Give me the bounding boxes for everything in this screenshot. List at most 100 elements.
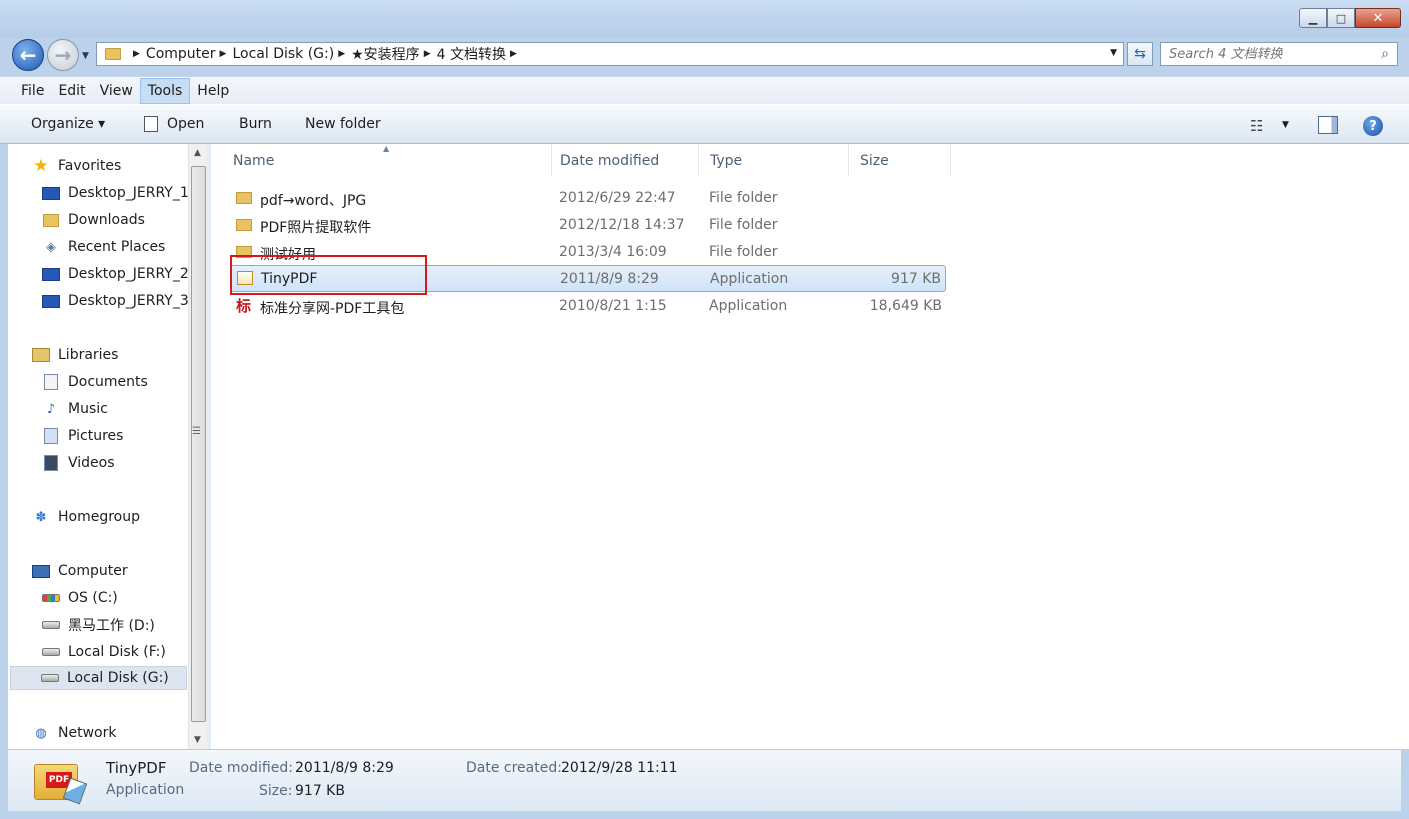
nav-drive-g[interactable]: Local Disk (G:): [10, 666, 187, 690]
breadcrumb-computer[interactable]: Computer: [146, 46, 216, 62]
search-input[interactable]: [1169, 46, 1369, 62]
nav-label: Music: [68, 401, 108, 417]
network-icon: ◍: [35, 725, 47, 741]
nav-libraries[interactable]: Libraries: [32, 343, 212, 367]
folder-icon: [236, 219, 252, 231]
menu-tools[interactable]: Tools: [139, 77, 191, 104]
file-row[interactable]: 标 标准分享网-PDF工具包 2010/8/21 1:15 Applicatio…: [230, 293, 946, 320]
nav-label: 黑马工作 (D:): [68, 618, 155, 634]
file-row[interactable]: pdf→word、JPG 2012/6/29 22:47 File folder: [230, 185, 946, 212]
close-button[interactable]: ✕: [1355, 8, 1401, 28]
file-date-modified: 2010/8/21 1:15: [559, 298, 667, 314]
breadcrumb-install-programs[interactable]: ★安装程序: [351, 44, 420, 64]
menu-view[interactable]: View: [93, 79, 140, 103]
libraries-icon: [32, 347, 50, 363]
drive-icon: [41, 670, 59, 686]
nav-label: Desktop_JERRY_1: [68, 185, 189, 201]
preview-pane-icon[interactable]: [1318, 116, 1338, 134]
file-type: File folder: [709, 244, 778, 260]
system-drive-icon: [42, 590, 60, 606]
pictures-icon: [42, 428, 60, 444]
column-header-type[interactable]: Type: [699, 144, 849, 176]
folder-icon: [105, 48, 121, 60]
nav-label: OS (C:): [68, 590, 118, 606]
menu-help[interactable]: Help: [190, 79, 236, 103]
nav-label: Local Disk (F:): [68, 644, 166, 660]
computer-icon: [32, 563, 50, 579]
command-bar: Organize ▾ Open Burn New folder ☷ ▼ ?: [0, 104, 1409, 144]
menu-file[interactable]: File: [14, 79, 51, 103]
homegroup-icon: ✽: [35, 509, 47, 525]
details-file-type: Application: [106, 782, 185, 798]
music-icon: ♪: [46, 401, 56, 417]
file-name: pdf→word、JPG: [260, 193, 367, 209]
change-view-icon[interactable]: ☷: [1250, 117, 1263, 135]
details-pane: PDF TinyPDF Application Date modified: 2…: [8, 749, 1401, 811]
nav-label: Favorites: [58, 158, 122, 174]
chevron-right-icon[interactable]: ▶: [220, 49, 227, 59]
help-icon[interactable]: ?: [1363, 116, 1383, 136]
open-button[interactable]: Open: [167, 116, 204, 132]
chevron-right-icon[interactable]: ▶: [510, 49, 517, 59]
videos-icon: [42, 455, 60, 471]
nav-label: Libraries: [58, 347, 119, 363]
scroll-up-arrow-icon[interactable]: ▲: [194, 148, 201, 158]
chevron-right-icon[interactable]: ▶: [338, 49, 345, 59]
nav-homegroup[interactable]: ✽ Homegroup: [32, 505, 212, 529]
file-list: Name ▲ Date modified Type Size pdf→word、…: [211, 144, 1409, 749]
details-date-created-label: Date created:: [466, 760, 562, 776]
recent-pages-dropdown[interactable]: ▼: [82, 51, 89, 61]
downloads-folder-icon: [42, 212, 60, 228]
file-date-modified: 2013/3/4 16:09: [559, 244, 667, 260]
scroll-down-arrow-icon[interactable]: ▼: [194, 735, 201, 745]
nav-label: Downloads: [68, 212, 145, 228]
nav-label: Recent Places: [68, 239, 166, 255]
maximize-button[interactable]: □: [1327, 8, 1355, 28]
minimize-button[interactable]: ▁: [1299, 8, 1327, 28]
column-header-size[interactable]: Size: [849, 144, 951, 176]
drive-icon: [42, 644, 60, 660]
scroll-grip-icon: ☰: [192, 426, 201, 437]
file-name: PDF照片提取软件: [260, 220, 372, 236]
file-name: 标准分享网-PDF工具包: [260, 301, 405, 317]
new-folder-button[interactable]: New folder: [305, 116, 381, 132]
breadcrumb-local-disk-g[interactable]: Local Disk (G:): [232, 46, 334, 62]
desktop-icon: [42, 185, 60, 201]
burn-button[interactable]: Burn: [239, 116, 272, 132]
column-header-date-modified[interactable]: Date modified: [549, 144, 699, 176]
search-icon[interactable]: ⌕: [1381, 46, 1389, 62]
details-date-created-value: 2012/9/28 11:11: [561, 760, 678, 776]
window-controls: ▁ □ ✕: [1299, 8, 1401, 28]
file-type: File folder: [709, 190, 778, 206]
refresh-button[interactable]: ⇆: [1127, 42, 1153, 66]
view-options-dropdown[interactable]: ▼: [1282, 120, 1289, 130]
chevron-right-icon[interactable]: ▶: [424, 49, 431, 59]
address-history-dropdown[interactable]: ▼: [1110, 48, 1117, 58]
breadcrumb-document-conversion[interactable]: 4 文档转换: [437, 44, 506, 64]
back-button[interactable]: ←: [12, 39, 44, 71]
star-icon: ★: [33, 156, 49, 176]
nav-label: Local Disk (G:): [67, 670, 169, 686]
nav-label: Documents: [68, 374, 148, 390]
chevron-right-icon[interactable]: ▶: [133, 49, 140, 59]
forward-button[interactable]: →: [47, 39, 79, 71]
menu-edit[interactable]: Edit: [51, 79, 92, 103]
scroll-thumb[interactable]: [191, 166, 206, 722]
nav-label: Network: [58, 725, 117, 741]
navigation-pane: ★ Favorites Desktop_JERRY_1 Downloads ◈ …: [8, 144, 189, 749]
documents-icon: [42, 374, 60, 390]
nav-label: Desktop_JERRY_2: [68, 266, 189, 282]
search-box[interactable]: ⌕: [1160, 42, 1398, 66]
navigation-bar: ← → ▼ ▶ Computer ▶ Local Disk (G:) ▶ ★安装…: [0, 38, 1409, 72]
navigation-scrollbar[interactable]: ▲ ☰ ▼: [188, 144, 207, 749]
annotation-highlight-box: [230, 255, 427, 295]
file-type: Application: [709, 298, 788, 314]
nav-computer[interactable]: Computer: [32, 559, 212, 583]
nav-network[interactable]: ◍ Network: [32, 721, 212, 745]
sort-ascending-icon: ▲: [383, 144, 390, 153]
organize-button[interactable]: Organize ▾: [31, 116, 105, 132]
nav-label: Videos: [68, 455, 115, 471]
address-bar[interactable]: ▶ Computer ▶ Local Disk (G:) ▶ ★安装程序 ▶ 4…: [96, 42, 1124, 66]
nav-favorites[interactable]: ★ Favorites: [32, 154, 212, 178]
file-row[interactable]: PDF照片提取软件 2012/12/18 14:37 File folder: [230, 212, 946, 239]
